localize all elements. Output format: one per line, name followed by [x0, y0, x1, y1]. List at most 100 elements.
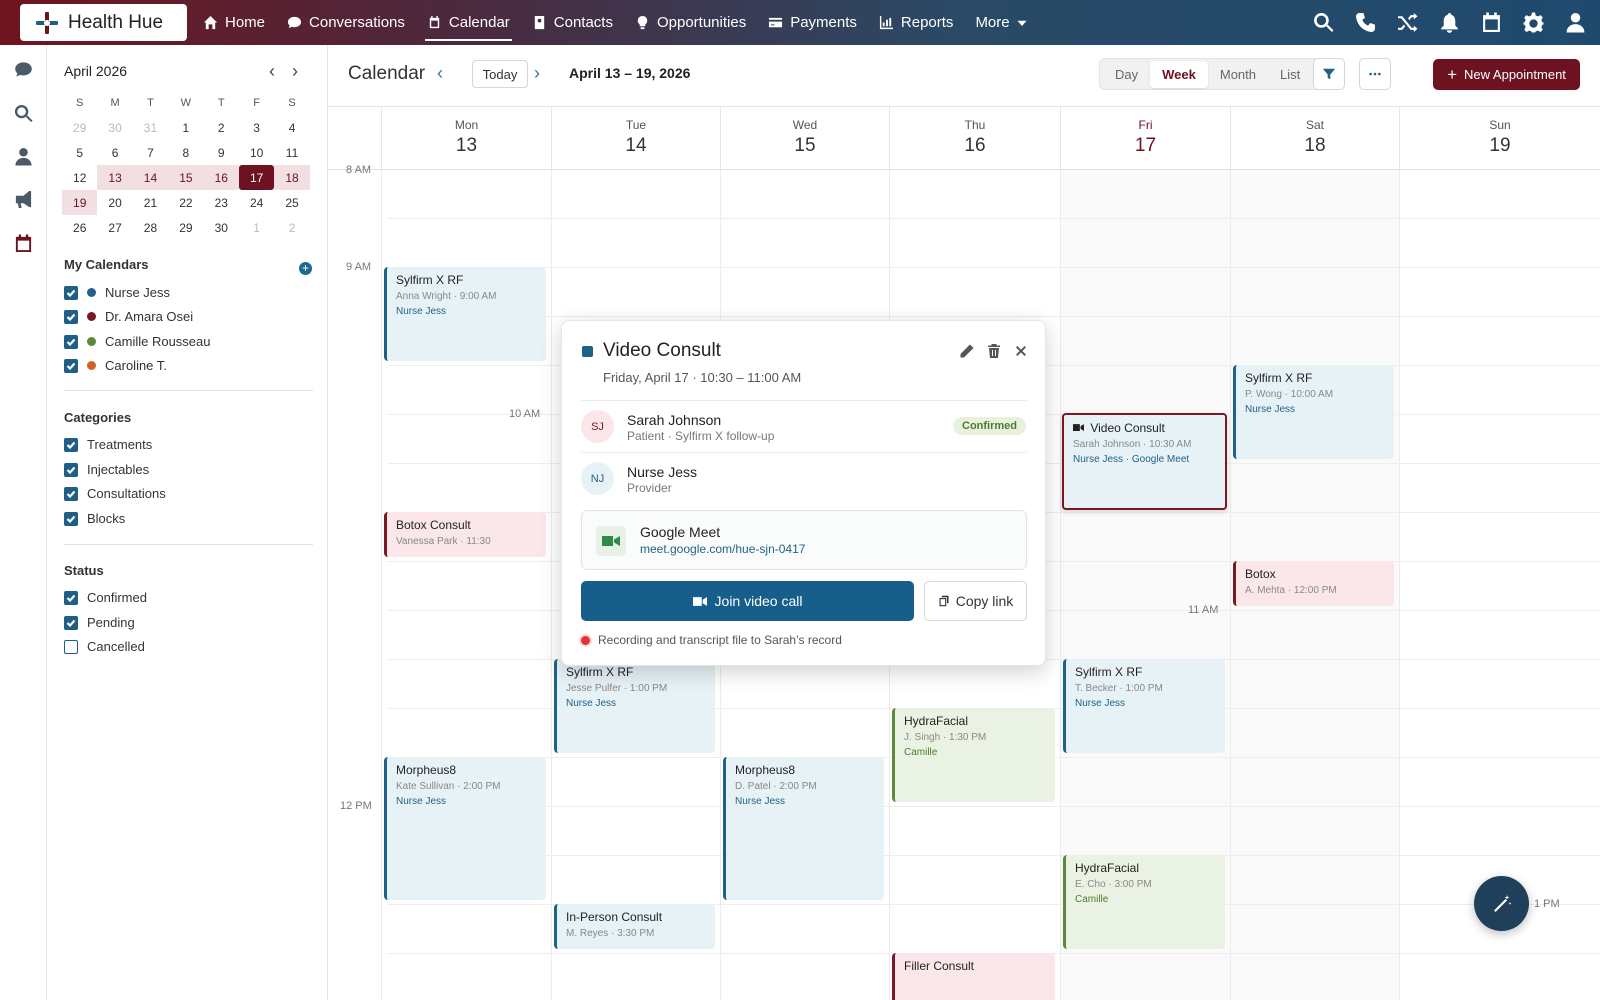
view-month-button[interactable]: Month	[1208, 61, 1268, 88]
event-card-selected[interactable]: Video Consult Sarah Johnson · 10:30 AM N…	[1062, 413, 1227, 510]
filter-button[interactable]	[1313, 58, 1345, 90]
join-video-call-button[interactable]: Join video call	[581, 581, 914, 621]
logo[interactable]: Health Hue	[20, 4, 187, 41]
rail-calendar[interactable]	[14, 234, 33, 253]
rail-search[interactable]	[14, 104, 33, 123]
prev-week-chevron-icon[interactable]: ‹	[437, 63, 443, 84]
mini-day[interactable]: 28	[133, 215, 168, 240]
category-item[interactable]: Injectables	[64, 462, 149, 477]
meeting-link[interactable]: meet.google.com/hue-sjn-0417	[640, 542, 805, 556]
event-card[interactable]: Botox Consult Vanessa Park · 11:30	[384, 512, 546, 557]
mini-day[interactable]: 27	[97, 215, 132, 240]
checkbox-checked[interactable]	[64, 334, 78, 349]
mini-day[interactable]: 16	[203, 165, 239, 190]
mini-day[interactable]: 1	[239, 215, 274, 240]
bell-icon[interactable]	[1439, 12, 1460, 33]
day-header-sun[interactable]: Sun 19	[1399, 107, 1600, 169]
calendar-item-camille-rousseau[interactable]: Camille Rousseau	[64, 334, 211, 349]
view-week-button[interactable]: Week	[1150, 60, 1208, 88]
mini-day[interactable]: 2	[274, 215, 309, 240]
category-item[interactable]: Consultations	[64, 486, 166, 501]
delete-button[interactable]	[986, 343, 1002, 359]
next-week-chevron-icon[interactable]: ›	[534, 63, 540, 84]
day-header-fri-today[interactable]: Fri 17	[1060, 107, 1230, 169]
mini-day[interactable]: 19	[62, 190, 98, 215]
mini-day[interactable]: 12	[62, 165, 97, 190]
category-item[interactable]: Treatments	[64, 437, 152, 452]
checkbox-checked[interactable]	[64, 358, 78, 373]
rail-chat[interactable]	[14, 60, 33, 79]
provider-name[interactable]: Nurse Jess	[627, 464, 697, 480]
user-icon[interactable]	[1565, 12, 1586, 33]
mini-day[interactable]: 20	[97, 190, 132, 215]
mini-day[interactable]: 7	[133, 140, 168, 165]
mini-day[interactable]: 21	[133, 190, 168, 215]
calendar-icon[interactable]	[1481, 12, 1502, 33]
mini-day[interactable]: 8	[168, 140, 203, 165]
checkbox-checked[interactable]	[64, 486, 78, 501]
mini-day[interactable]: 22	[168, 190, 203, 215]
checkbox-checked[interactable]	[64, 511, 78, 526]
mini-day[interactable]: 15	[168, 165, 204, 190]
nav-more[interactable]: More	[964, 0, 1038, 45]
phone-icon[interactable]	[1355, 12, 1376, 33]
mini-day[interactable]: 18	[274, 165, 310, 190]
mini-day[interactable]: 30	[204, 215, 239, 240]
day-header-tue[interactable]: Tue 14	[551, 107, 720, 169]
category-item[interactable]: Blocks	[64, 511, 125, 526]
calendar-item-dr-amara-osei[interactable]: Dr. Amara Osei	[64, 309, 193, 324]
event-card[interactable]: HydraFacial E. Cho · 3:00 PM Camille	[1063, 855, 1225, 949]
mini-day[interactable]: 5	[62, 140, 97, 165]
event-card[interactable]: Sylfirm X RF Jesse Pulfer · 1:00 PM Nurs…	[554, 659, 715, 753]
calendar-item-nurse-jess[interactable]: Nurse Jess	[64, 285, 170, 300]
mini-next-chevron-icon[interactable]: ›	[292, 61, 298, 82]
rail-marketing[interactable]	[14, 190, 33, 209]
event-card[interactable]: In-Person Consult M. Reyes · 3:30 PM	[554, 904, 715, 949]
event-card[interactable]: Morpheus8 D. Patel · 2:00 PM Nurse Jess	[723, 757, 884, 900]
checkbox-checked[interactable]	[64, 309, 78, 324]
checkbox-checked[interactable]	[64, 437, 78, 452]
mini-day[interactable]: 9	[204, 140, 239, 165]
event-card[interactable]: Filler Consult	[892, 953, 1055, 1000]
nav-reports[interactable]: Reports	[868, 0, 965, 45]
more-options-button[interactable]	[1359, 58, 1391, 90]
mini-day[interactable]: 1	[168, 115, 203, 140]
event-card[interactable]: Sylfirm X RF Anna Wright · 9:00 AM Nurse…	[384, 267, 546, 361]
mini-day[interactable]: 24	[239, 190, 274, 215]
mini-day[interactable]: 23	[204, 190, 239, 215]
mini-day[interactable]: 29	[62, 115, 97, 140]
event-card[interactable]: Sylfirm X RF T. Becker · 1:00 PM Nurse J…	[1063, 659, 1225, 753]
mini-prev-chevron-icon[interactable]: ‹	[269, 61, 275, 82]
close-button[interactable]	[1013, 343, 1029, 359]
mini-day[interactable]: 4	[274, 115, 309, 140]
mini-day[interactable]: 2	[204, 115, 239, 140]
patient-name[interactable]: Sarah Johnson	[627, 412, 721, 428]
status-item-cancelled[interactable]: Cancelled	[64, 639, 145, 654]
add-calendar-plus-icon[interactable]: +	[299, 262, 312, 275]
mini-day[interactable]: 10	[239, 140, 274, 165]
checkbox-checked[interactable]	[64, 590, 78, 605]
day-header-thu[interactable]: Thu 16	[889, 107, 1060, 169]
view-day-button[interactable]: Day	[1103, 61, 1150, 88]
mini-day-selected[interactable]: 17	[238, 165, 275, 190]
day-header-wed[interactable]: Wed 15	[720, 107, 889, 169]
nav-contacts[interactable]: Contacts	[521, 0, 624, 45]
ai-assistant-button[interactable]	[1474, 876, 1529, 931]
search-icon[interactable]	[1313, 12, 1334, 33]
event-card[interactable]: Botox A. Mehta · 12:00 PM	[1233, 561, 1394, 606]
mini-day[interactable]: 31	[133, 115, 168, 140]
new-appointment-button[interactable]: + New Appointment	[1433, 59, 1580, 90]
nav-calendar[interactable]: Calendar	[416, 0, 521, 45]
checkbox-checked[interactable]	[64, 285, 78, 300]
nav-payments[interactable]: Payments	[757, 0, 868, 45]
nav-home[interactable]: Home	[192, 0, 276, 45]
mini-day[interactable]: 13	[97, 165, 133, 190]
mini-day[interactable]: 29	[168, 215, 203, 240]
copy-link-button[interactable]: Copy link	[924, 581, 1027, 621]
gear-icon[interactable]	[1523, 12, 1544, 33]
edit-button[interactable]	[959, 343, 975, 359]
checkbox-checked[interactable]	[64, 615, 78, 630]
calendar-item-caroline-t[interactable]: Caroline T.	[64, 358, 167, 373]
mini-day[interactable]: 26	[62, 215, 97, 240]
status-item-confirmed[interactable]: Confirmed	[64, 590, 147, 605]
